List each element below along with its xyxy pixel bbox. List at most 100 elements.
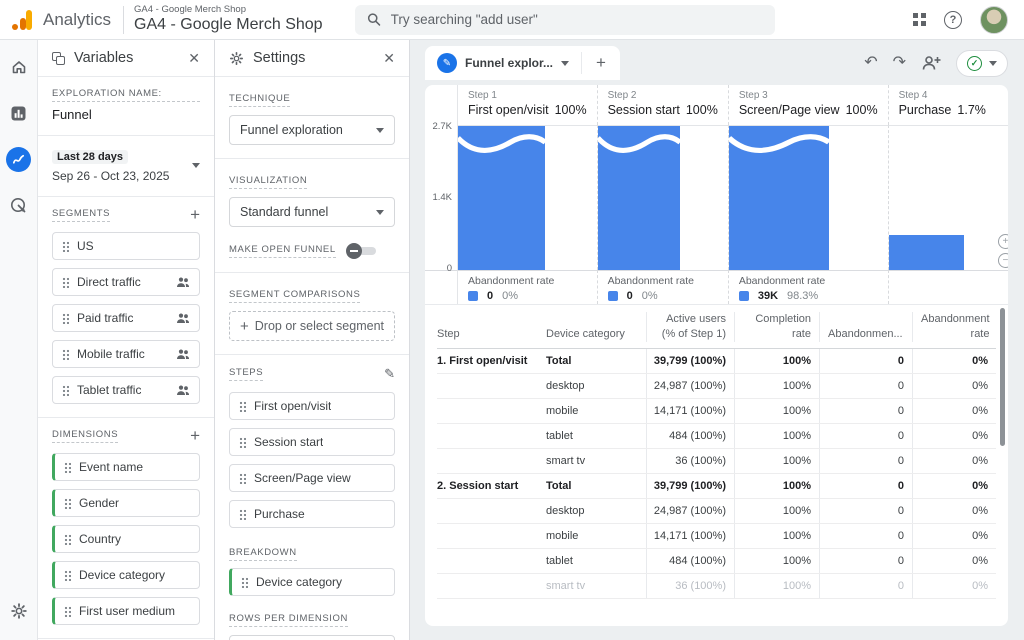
canvas-actions: ↶ ↷ ✓ [864, 50, 1008, 77]
funnel-wave [598, 131, 680, 157]
add-tab-button[interactable]: + [582, 46, 620, 80]
step-chip-purchase[interactable]: Purchase [229, 500, 395, 528]
drag-handle-icon[interactable] [62, 241, 69, 252]
exploration-name-value[interactable]: Funnel [52, 107, 200, 122]
saved-status-button[interactable]: ✓ [956, 50, 1008, 77]
dimension-chip-country[interactable]: Country [52, 525, 200, 553]
add-dimension-button[interactable]: + [190, 430, 200, 442]
zoom-out-button[interactable]: − [998, 253, 1008, 268]
shared-segment-icon [176, 276, 190, 288]
search-bar[interactable] [355, 5, 775, 35]
drag-handle-icon[interactable] [64, 570, 71, 581]
drag-handle-icon[interactable] [64, 534, 71, 545]
exploration-card: Step 1 First open/visit 100% Step 2 Sess… [425, 85, 1008, 626]
property-label: GA4 - Google Merch Shop [134, 5, 323, 16]
variables-panel: Variables ✕ EXPLORATION NAME: Funnel Las… [38, 40, 215, 640]
dimension-chip-first-user-medium[interactable]: First user medium [52, 597, 200, 625]
drag-handle-icon[interactable] [64, 498, 71, 509]
funnel-step-header-2: Step 2 Session start 100% [597, 85, 728, 125]
table-scrollbar[interactable] [1000, 308, 1005, 446]
drag-handle-icon[interactable] [239, 509, 246, 520]
visualization-select[interactable]: Standard funnel [229, 197, 395, 227]
analytics-logo-wrap[interactable]: Analytics [0, 9, 111, 31]
technique-section: TECHNIQUE Funnel exploration [215, 77, 409, 159]
col-abandonments: Abandonmen... [819, 312, 912, 342]
drag-handle-icon[interactable] [64, 606, 71, 617]
variables-close-icon[interactable]: ✕ [188, 50, 200, 67]
shared-segment-icon [176, 384, 190, 396]
canvas-tab-bar: ✎ Funnel explor... + ↶ ↷ [425, 46, 1008, 80]
share-add-user-icon[interactable] [921, 55, 941, 71]
redo-icon[interactable]: ↷ [893, 55, 906, 71]
tab-funnel-exploration[interactable]: ✎ Funnel explor... [425, 46, 581, 80]
date-range-section[interactable]: Last 28 days Sep 26 - Oct 23, 2025 [38, 136, 214, 197]
table-row: desktop 24,987 (100%) 100% 0 0% [437, 499, 996, 524]
segment-chip-us[interactable]: US [52, 232, 200, 260]
funnel-chart: Step 1 First open/visit 100% Step 2 Sess… [425, 85, 1008, 305]
home-icon[interactable] [6, 54, 32, 80]
technique-select[interactable]: Funnel exploration [229, 115, 395, 145]
help-icon[interactable]: ? [944, 11, 962, 29]
plus-icon: + [240, 318, 249, 335]
property-selector[interactable]: GA4 - Google Merch Shop GA4 - Google Mer… [134, 5, 323, 34]
segment-dropzone[interactable]: + Drop or select segment [229, 311, 395, 341]
segment-comparisons-section: SEGMENT COMPARISONS + Drop or select seg… [215, 273, 409, 355]
segment-chip-direct-traffic[interactable]: Direct traffic [52, 268, 200, 296]
apps-grid-icon[interactable] [913, 13, 926, 26]
drag-handle-icon[interactable] [239, 401, 246, 412]
drag-handle-icon[interactable] [62, 385, 69, 396]
step-chip-session-start[interactable]: Session start [229, 428, 395, 456]
segment-chip-mobile-traffic[interactable]: Mobile traffic [52, 340, 200, 368]
settings-gear-icon [229, 51, 244, 66]
exploration-name-label: EXPLORATION NAME: [52, 88, 200, 102]
breakdown-chip-device-category[interactable]: Device category [229, 568, 395, 596]
abandonment-cell-2: Abandonment rate 0 0% [597, 270, 728, 304]
chevron-down-icon [376, 128, 384, 133]
edit-steps-pencil-icon[interactable]: ✎ [384, 366, 395, 382]
drag-handle-icon[interactable] [239, 473, 246, 484]
funnel-bar[interactable] [889, 235, 964, 270]
settings-close-icon[interactable]: ✕ [383, 50, 395, 67]
dimension-chip-device-category[interactable]: Device category [52, 561, 200, 589]
drag-handle-icon[interactable] [62, 349, 69, 360]
zoom-in-button[interactable]: + [998, 234, 1008, 249]
open-funnel-label: MAKE OPEN FUNNEL [229, 244, 336, 258]
drag-handle-icon[interactable] [62, 277, 69, 288]
add-segment-button[interactable]: + [190, 209, 200, 221]
segment-chip-paid-traffic[interactable]: Paid traffic [52, 304, 200, 332]
analytics-logo-icon [12, 9, 34, 31]
visualization-label: VISUALIZATION [229, 175, 307, 189]
drag-handle-icon[interactable] [241, 577, 248, 588]
variables-header: Variables ✕ [38, 40, 214, 77]
step-chip-screen-page-view[interactable]: Screen/Page view [229, 464, 395, 492]
avatar[interactable] [980, 6, 1008, 34]
drag-handle-icon[interactable] [239, 437, 246, 448]
funnel-corner [425, 85, 457, 125]
funnel-data-table: Step Device category Active users(% of S… [425, 305, 1008, 626]
search-input[interactable] [391, 12, 763, 27]
col-completion-rate: Completionrate [734, 312, 819, 342]
main-layout: Variables ✕ EXPLORATION NAME: Funnel Las… [0, 40, 1024, 640]
segment-chip-tablet-traffic[interactable]: Tablet traffic [52, 376, 200, 404]
dimension-chip-event-name[interactable]: Event name [52, 453, 200, 481]
undo-icon[interactable]: ↶ [864, 55, 877, 71]
col-device-category: Device category [546, 312, 646, 342]
reports-icon[interactable] [6, 100, 32, 126]
col-step: Step [437, 312, 546, 342]
dimension-chip-gender[interactable]: Gender [52, 489, 200, 517]
drag-handle-icon[interactable] [62, 313, 69, 324]
advertising-icon[interactable] [6, 192, 32, 218]
table-row: tablet 484 (100%) 100% 0 0% [437, 424, 996, 449]
admin-gear-icon[interactable] [6, 598, 32, 624]
rows-per-dimension-select[interactable]: 5 [229, 635, 395, 640]
explore-icon[interactable] [6, 146, 32, 172]
table-row: desktop 24,987 (100%) 100% 0 0% [437, 374, 996, 399]
abandonment-cell-3: Abandonment rate 39K 98.3% [728, 270, 888, 304]
open-funnel-toggle[interactable] [346, 243, 378, 259]
chevron-down-icon [989, 61, 997, 66]
drag-handle-icon[interactable] [64, 462, 71, 473]
step-chip-first-open-visit[interactable]: First open/visit [229, 392, 395, 420]
funnel-zoom-controls: + − [996, 125, 1008, 270]
segments-section: SEGMENTS + US Direct traffic [38, 197, 214, 418]
table-header-row: Step Device category Active users(% of S… [437, 305, 996, 349]
